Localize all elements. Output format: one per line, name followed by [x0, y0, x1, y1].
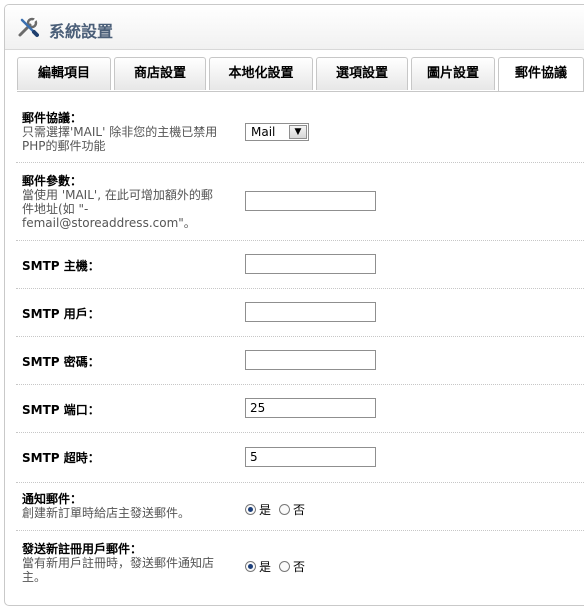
tab-divider: [17, 91, 584, 92]
field-label-group: SMTP 密碼：: [22, 355, 100, 369]
smtp-user-input[interactable]: [245, 302, 376, 322]
field-label: SMTP 主機：: [22, 259, 100, 273]
radio-label-no: 否: [293, 503, 306, 517]
tab-image[interactable]: 圖片設置: [411, 57, 495, 90]
form-row-mail-parameter: 郵件參數： 當使用 'MAIL', 在此可增加額外的郵 件地址(如 "- fem…: [16, 162, 584, 241]
field-label-group: 郵件參數： 當使用 'MAIL', 在此可增加額外的郵 件地址(如 "- fem…: [22, 174, 213, 230]
smtp-password-input[interactable]: [245, 350, 376, 370]
field-help: femail@storeaddress.com"。: [22, 216, 196, 230]
alert-mail-no-radio[interactable]: [279, 504, 291, 515]
smtp-password-control: [245, 350, 376, 370]
smtp-host-control: [245, 254, 376, 274]
tab-mail[interactable]: 郵件協議: [498, 57, 584, 91]
alert-mail-radio-group: 是否: [245, 501, 313, 518]
field-label-group: SMTP 端口：: [22, 403, 100, 417]
smtp-timeout-control: [245, 447, 376, 467]
alert-mail-yes-radio[interactable]: [245, 504, 256, 515]
account-mail-yes-radio[interactable]: [245, 561, 256, 572]
field-label: 發送新註冊用戶郵件：: [22, 542, 143, 556]
field-label: 郵件協議：: [22, 111, 83, 125]
radio-label-no: 否: [293, 560, 306, 574]
field-help: 只需選擇'MAIL' 除非您的主機已禁用: [22, 125, 218, 139]
field-label-group: 郵件協議： 只需選擇'MAIL' 除非您的主機已禁用 PHP的郵件功能: [22, 111, 217, 153]
tab-general[interactable]: 編輯項目: [17, 57, 111, 90]
form-row-account-mail: 發送新註冊用戶郵件： 當有新用戶註冊時，發送郵件通知店 主。 是否: [16, 530, 584, 596]
radio-label-yes: 是: [259, 503, 272, 517]
smtp-host-input[interactable]: [245, 254, 376, 274]
form-row-smtp-port: SMTP 端口：: [16, 384, 584, 433]
smtp-port-input[interactable]: [245, 398, 376, 418]
tab-localisation[interactable]: 本地化設置: [209, 57, 313, 90]
page-title: 系統設置: [49, 22, 114, 41]
mail-parameter-control: [245, 191, 376, 211]
tab-store[interactable]: 商店設置: [114, 57, 206, 90]
field-help: 創建新訂單時給店主發送郵件。: [22, 506, 191, 520]
account-mail-radio-group: 是否: [245, 558, 313, 575]
field-help: 當使用 'MAIL', 在此可增加額外的郵: [22, 188, 213, 202]
dropdown-arrow-icon[interactable]: ▼: [289, 125, 307, 139]
mail-protocol-select[interactable]: Mail ▼: [245, 123, 309, 141]
form-row-smtp-password: SMTP 密碼：: [16, 336, 584, 385]
wrench-screwdriver-icon: [18, 17, 39, 37]
field-label-group: 通知郵件： 創建新訂單時給店主發送郵件。: [22, 492, 190, 520]
mail-parameter-input[interactable]: [245, 191, 376, 211]
field-label: SMTP 用戶：: [22, 307, 100, 321]
field-help: 件地址(如 "-: [22, 202, 89, 216]
tab-option[interactable]: 選項設置: [316, 57, 408, 90]
field-label-group: SMTP 超時：: [22, 451, 100, 465]
field-label: 郵件參數：: [22, 174, 83, 188]
form-row-mail-protocol: 郵件協議： 只需選擇'MAIL' 除非您的主機已禁用 PHP的郵件功能 Mail…: [16, 100, 584, 163]
smtp-timeout-input[interactable]: [245, 447, 376, 467]
panel-heading: 系統設置: [5, 5, 584, 50]
field-label: SMTP 超時：: [22, 451, 100, 465]
select-value: Mail: [251, 125, 276, 139]
form-row-smtp-host: SMTP 主機：: [16, 240, 584, 289]
field-help: 主。: [22, 570, 47, 584]
mail-protocol-control: Mail ▼: [245, 123, 309, 141]
form-row-alert-mail: 通知郵件： 創建新訂單時給店主發送郵件。 是否: [16, 482, 584, 531]
field-help: PHP的郵件功能: [22, 139, 106, 153]
field-help: 當有新用戶註冊時，發送郵件通知店: [22, 556, 215, 570]
smtp-user-control: [245, 302, 376, 322]
radio-label-yes: 是: [259, 560, 272, 574]
field-label-group: SMTP 主機：: [22, 259, 100, 273]
field-label-group: SMTP 用戶：: [22, 307, 100, 321]
field-label-group: 發送新註冊用戶郵件： 當有新用戶註冊時，發送郵件通知店 主。: [22, 542, 214, 584]
field-label: 通知郵件：: [22, 492, 83, 506]
form-row-smtp-timeout: SMTP 超時：: [16, 432, 584, 483]
field-label: SMTP 密碼：: [22, 355, 100, 369]
form-row-smtp-user: SMTP 用戶：: [16, 288, 584, 337]
account-mail-no-radio[interactable]: [279, 561, 291, 572]
field-label: SMTP 端口：: [22, 403, 100, 417]
smtp-port-control: [245, 398, 376, 418]
